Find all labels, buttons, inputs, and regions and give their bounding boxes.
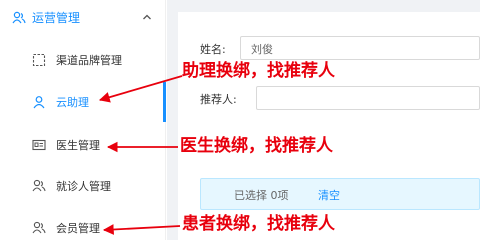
callout-doctor: 医生换绑，找推荐人 [180,136,333,156]
sidebar-item-label: 渠道品牌管理 [56,54,122,67]
sidebar-item-visitor[interactable]: 就诊人管理 [0,166,166,206]
name-field[interactable]: 刘俊 [240,36,480,60]
sidebar-item-channel-brand[interactable]: 渠道品牌管理 [0,40,166,80]
name-value: 刘俊 [251,43,273,56]
sidebar-item-cloud-assistant[interactable]: 云助理 [0,82,166,122]
sidebar-item-label: 就诊人管理 [56,180,111,193]
name-label: 姓名: [200,43,226,56]
callout-patient: 患者换绑，找推荐人 [182,214,335,234]
dashed-square-icon [32,53,46,67]
referrer-field[interactable] [256,86,480,110]
selection-bar: 已选择 0项 清空 [200,178,480,210]
chevron-up-icon[interactable] [141,11,153,23]
clear-selection-link[interactable]: 清空 [318,187,340,203]
person-icon [33,96,45,109]
sidebar-item-label: 医生管理 [56,139,100,152]
id-card-icon [32,139,46,151]
sidebar-item-member[interactable]: 会员管理 [0,208,166,240]
selection-count: 已选择 0项 [234,189,289,202]
sidebar-item-doctor[interactable]: 医生管理 [0,125,166,165]
sidebar-item-label: 云助理 [56,96,89,109]
referrer-label: 推荐人: [200,93,237,106]
menu-group-operations[interactable]: 运营管理 [0,0,166,36]
callout-assistant: 助理换绑，找推荐人 [182,61,335,81]
users-icon [12,11,26,24]
sidebar: 运营管理 渠道品牌管理 云助理 医生管理 就诊人管理 会员管理 [0,0,166,240]
menu-group-label: 运营管理 [32,11,81,25]
sidebar-item-label: 会员管理 [56,222,100,235]
users-icon [32,179,46,192]
users-icon [32,221,46,234]
